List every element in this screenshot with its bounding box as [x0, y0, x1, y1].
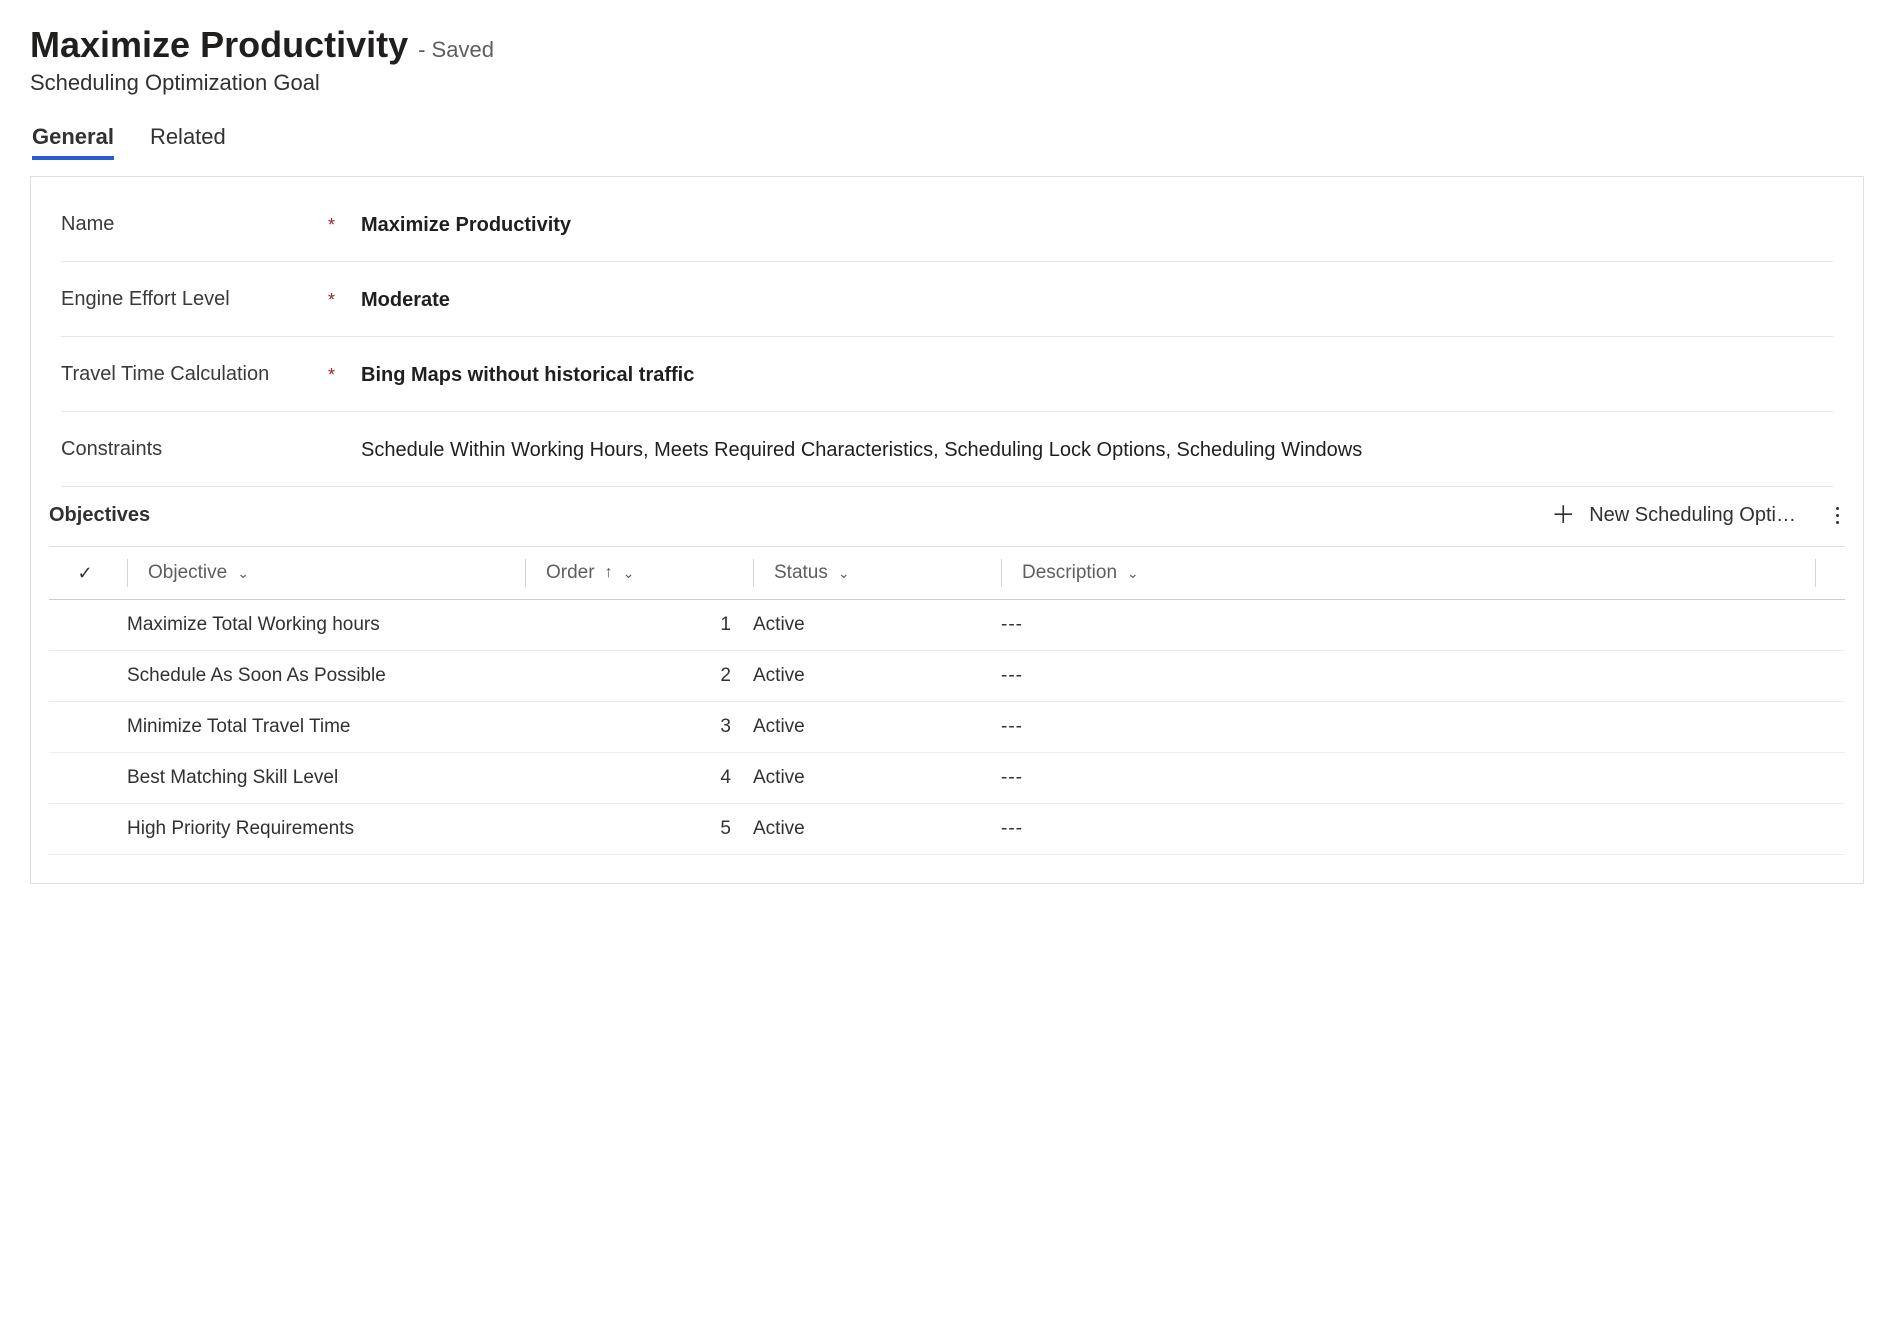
new-scheduling-objective-label: New Scheduling Opti… — [1589, 504, 1796, 527]
tab-list: General Related — [30, 124, 1864, 160]
cell-order: 1 — [525, 614, 753, 636]
field-travel-time-value[interactable]: Bing Maps without historical traffic — [361, 361, 1833, 389]
column-header-description[interactable]: Description ⌄ — [1001, 559, 1815, 587]
cell-status: Active — [753, 665, 1001, 687]
field-name[interactable]: Name * Maximize Productivity — [61, 187, 1833, 262]
chevron-down-icon: ⌄ — [237, 565, 249, 582]
field-name-label: Name — [61, 213, 114, 235]
new-scheduling-objective-button[interactable]: ＋ New Scheduling Opti… — [1551, 504, 1796, 528]
cell-description: --- — [1001, 818, 1815, 840]
cell-description: --- — [1001, 767, 1815, 789]
grid-header-row: ✓ Objective ⌄ Order ↑ ⌄ Status ⌄ — [49, 547, 1845, 600]
objectives-section: Objectives ＋ New Scheduling Opti… ✓ Obje… — [31, 487, 1863, 855]
column-header-status[interactable]: Status ⌄ — [753, 559, 1001, 587]
table-row[interactable]: Best Matching Skill Level4Active--- — [49, 753, 1845, 804]
checkmark-icon: ✓ — [77, 563, 92, 584]
field-constraints-label: Constraints — [61, 438, 162, 460]
cell-description: --- — [1001, 665, 1815, 687]
cell-order: 2 — [525, 665, 753, 687]
cell-objective[interactable]: Best Matching Skill Level — [121, 767, 525, 789]
cell-order: 5 — [525, 818, 753, 840]
required-star-icon: * — [328, 363, 335, 387]
cell-status: Active — [753, 716, 1001, 738]
cell-status: Active — [753, 767, 1001, 789]
more-commands-icon[interactable] — [1830, 503, 1845, 528]
tab-related[interactable]: Related — [150, 124, 226, 160]
sort-ascending-icon: ↑ — [605, 564, 613, 582]
save-status: - Saved — [418, 37, 494, 63]
field-constraints[interactable]: Constraints Schedule Within Working Hour… — [61, 412, 1833, 487]
cell-objective[interactable]: High Priority Requirements — [121, 818, 525, 840]
cell-objective[interactable]: Maximize Total Working hours — [121, 614, 525, 636]
field-engine-effort-label: Engine Effort Level — [61, 288, 230, 310]
chevron-down-icon: ⌄ — [1127, 565, 1139, 582]
cell-description: --- — [1001, 716, 1815, 738]
field-travel-time-label: Travel Time Calculation — [61, 363, 269, 385]
field-travel-time[interactable]: Travel Time Calculation * Bing Maps with… — [61, 337, 1833, 412]
fields-section: Name * Maximize Productivity Engine Effo… — [31, 177, 1863, 487]
cell-status: Active — [753, 818, 1001, 840]
cell-order: 4 — [525, 767, 753, 789]
table-row[interactable]: Maximize Total Working hours1Active--- — [49, 600, 1845, 651]
cell-order: 3 — [525, 716, 753, 738]
table-row[interactable]: Minimize Total Travel Time3Active--- — [49, 702, 1845, 753]
chevron-down-icon: ⌄ — [623, 565, 635, 582]
table-row[interactable]: Schedule As Soon As Possible2Active--- — [49, 651, 1845, 702]
field-engine-effort[interactable]: Engine Effort Level * Moderate — [61, 262, 1833, 337]
cell-status: Active — [753, 614, 1001, 636]
page-header: Maximize Productivity - Saved Scheduling… — [30, 24, 1864, 96]
field-engine-effort-value[interactable]: Moderate — [361, 286, 1833, 314]
select-all-column[interactable]: ✓ — [49, 563, 121, 584]
objectives-header: Objectives ＋ New Scheduling Opti… — [49, 503, 1845, 546]
column-header-order[interactable]: Order ↑ ⌄ — [525, 559, 753, 587]
entity-name: Scheduling Optimization Goal — [30, 70, 1864, 96]
field-name-value[interactable]: Maximize Productivity — [361, 211, 1833, 239]
cell-objective[interactable]: Minimize Total Travel Time — [121, 716, 525, 738]
chevron-down-icon: ⌄ — [838, 565, 850, 582]
cell-description: --- — [1001, 614, 1815, 636]
cell-objective[interactable]: Schedule As Soon As Possible — [121, 665, 525, 687]
form-panel: Name * Maximize Productivity Engine Effo… — [30, 176, 1864, 884]
objectives-title: Objectives — [49, 504, 1551, 527]
table-row[interactable]: High Priority Requirements5Active--- — [49, 804, 1845, 855]
column-header-objective[interactable]: Objective ⌄ — [121, 559, 525, 587]
required-star-icon: * — [328, 213, 335, 237]
page-title: Maximize Productivity — [30, 24, 408, 66]
tab-general[interactable]: General — [32, 124, 114, 160]
field-constraints-value[interactable]: Schedule Within Working Hours, Meets Req… — [361, 436, 1833, 464]
plus-icon: ＋ — [1551, 504, 1575, 528]
required-star-icon: * — [328, 288, 335, 312]
objectives-grid: ✓ Objective ⌄ Order ↑ ⌄ Status ⌄ — [49, 546, 1845, 855]
